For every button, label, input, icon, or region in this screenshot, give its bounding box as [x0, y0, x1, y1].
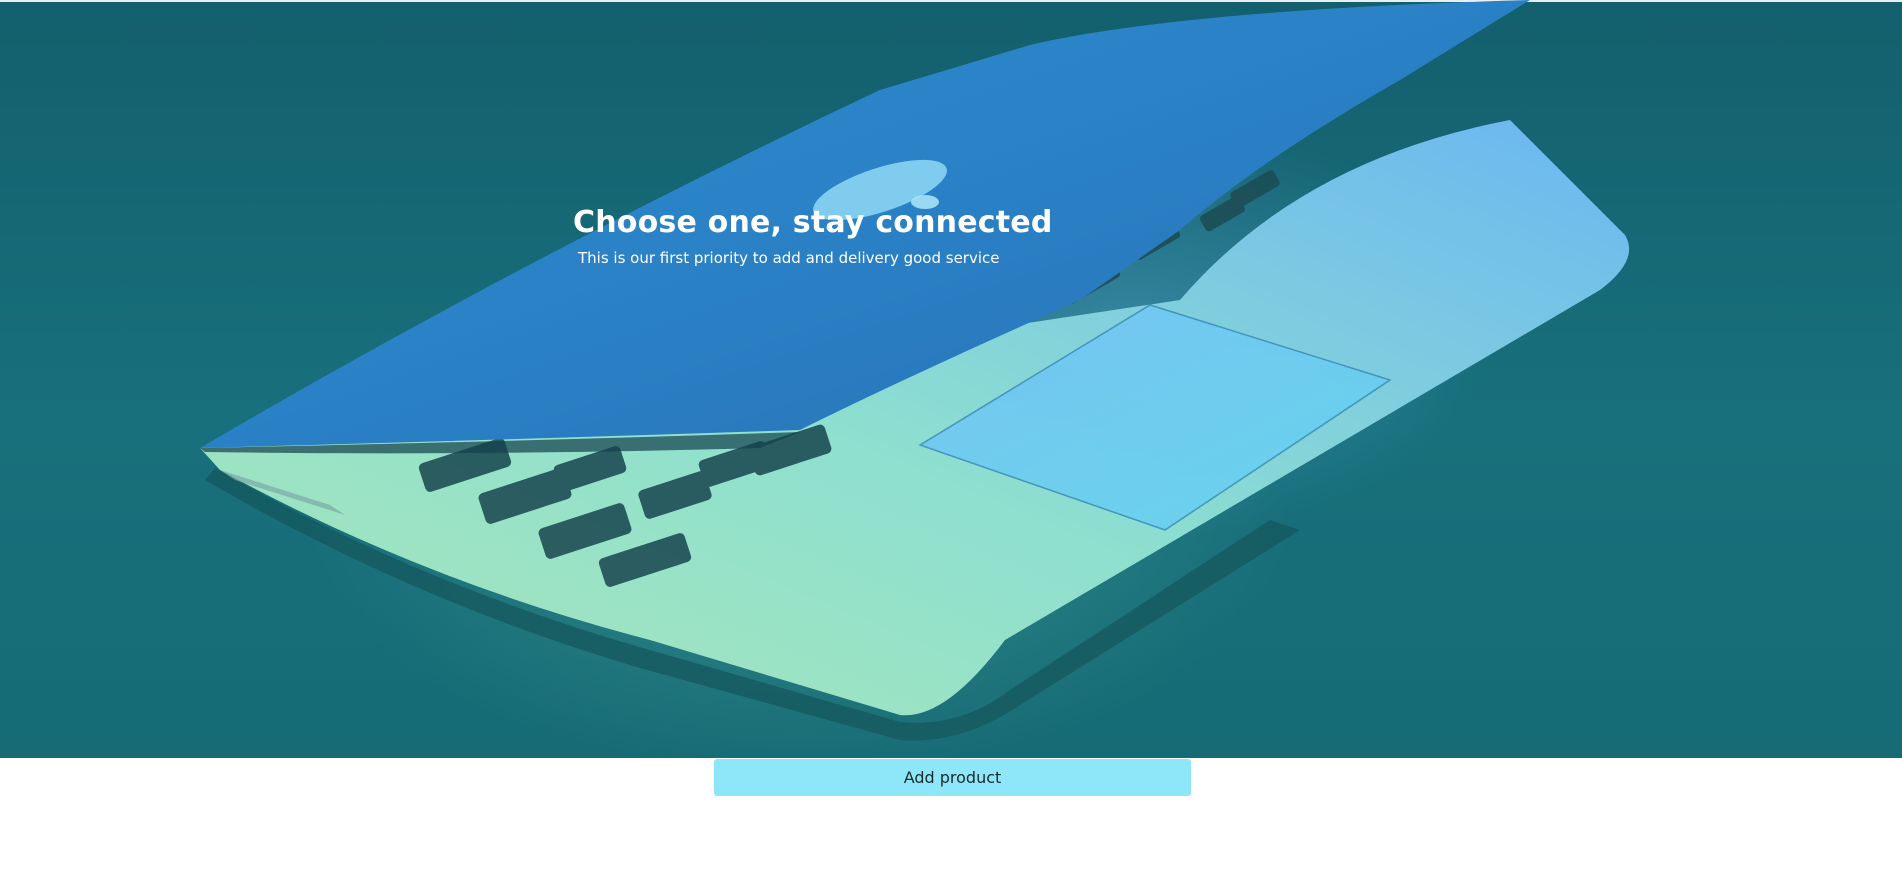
hero-text-block: Choose one, stay connected This is our f… [573, 203, 1053, 269]
laptop-photo [200, 0, 1630, 741]
add-product-button[interactable]: Add product [714, 759, 1191, 796]
hero-title: Choose one, stay connected [573, 205, 1053, 240]
hero-subtitle: This is our first priority to add and de… [578, 249, 1000, 267]
hero-banner: Choose one, stay connected This is our f… [0, 0, 1902, 758]
